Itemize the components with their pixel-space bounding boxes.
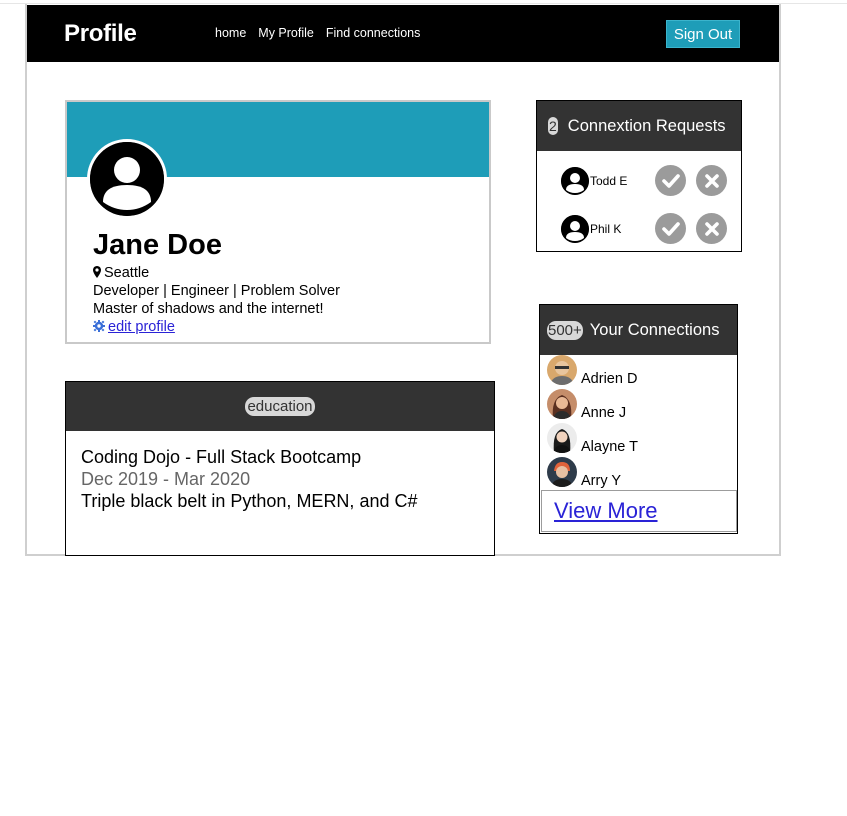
accept-request-button[interactable]: [655, 213, 686, 244]
connection-requests-card: 2 Connextion Requests Todd E Phil K: [536, 100, 742, 252]
connections-count-badge: 500+: [547, 320, 583, 340]
edit-profile-row: edit profile: [93, 319, 175, 335]
request-row: Todd E: [537, 163, 741, 199]
avatar: [560, 166, 590, 196]
person-photo-icon: [547, 355, 577, 385]
check-icon: [661, 221, 680, 236]
your-connections-card: 500+ Your Connections Adrien D Anne J Al…: [539, 304, 738, 534]
education-dates: Dec 2019 - Mar 2020: [81, 469, 251, 489]
decline-request-button[interactable]: [696, 213, 727, 244]
nav-link-my-profile[interactable]: My Profile: [258, 26, 314, 40]
user-silhouette-icon: [90, 142, 164, 216]
profile-card: Jane Doe Seattle Developer | Engineer | …: [65, 100, 491, 344]
request-name: Todd E: [590, 174, 628, 188]
avatar: [547, 457, 577, 487]
person-photo-icon: [547, 389, 577, 419]
connection-name: Anne J: [581, 405, 627, 421]
profile-headline: Developer | Engineer | Problem Solver: [93, 283, 340, 299]
education-card: education Coding Dojo - Full Stack Bootc…: [65, 381, 495, 556]
edit-profile-link[interactable]: edit profile: [108, 319, 175, 335]
avatar: [547, 355, 577, 385]
education-header: education: [66, 382, 494, 431]
connection-requests-header: 2 Connextion Requests: [537, 101, 741, 151]
avatar: [547, 423, 577, 453]
connection-item[interactable]: Arry Y: [540, 457, 737, 489]
close-icon: [704, 221, 719, 236]
brand-title: Profile: [64, 20, 137, 47]
request-name: Phil K: [590, 222, 622, 236]
profile-location-row: Seattle: [93, 265, 149, 281]
avatar: [547, 389, 577, 419]
connection-name: Arry Y: [581, 473, 622, 489]
profile-tagline: Master of shadows and the internet!: [93, 301, 324, 317]
close-icon: [704, 173, 719, 188]
education-school: Coding Dojo - Full Stack Bootcamp: [81, 447, 362, 467]
education-body: Coding Dojo - Full Stack Bootcamp Dec 20…: [66, 431, 494, 528]
connection-name: Adrien D: [581, 371, 638, 387]
view-more-container: View More: [541, 490, 737, 532]
request-row: Phil K: [537, 211, 741, 247]
check-icon: [661, 173, 680, 188]
sign-out-button[interactable]: Sign Out: [666, 20, 740, 48]
connection-item[interactable]: Alayne T: [540, 423, 737, 455]
requests-count-badge: 2: [548, 117, 558, 135]
your-connections-title: Your Connections: [589, 320, 720, 339]
accept-request-button[interactable]: [655, 165, 686, 196]
nav-link-home[interactable]: home: [215, 26, 246, 40]
your-connections-header: 500+ Your Connections: [540, 305, 737, 355]
person-photo-icon: [547, 457, 577, 487]
profile-location: Seattle: [104, 265, 150, 281]
map-pin-icon: [93, 266, 101, 278]
profile-avatar: [87, 139, 167, 219]
education-description: Triple black belt in Python, MERN, and C…: [81, 491, 418, 511]
nav-link-find-connections[interactable]: Find connections: [326, 26, 421, 40]
connection-item[interactable]: Adrien D: [540, 355, 737, 387]
connection-name: Alayne T: [581, 439, 638, 455]
avatar: [560, 214, 590, 244]
gear-icon: [93, 320, 105, 332]
view-more-link[interactable]: View More: [554, 498, 658, 524]
user-silhouette-icon: [561, 215, 589, 243]
person-photo-icon: [547, 423, 577, 453]
connection-item[interactable]: Anne J: [540, 389, 737, 421]
navbar: Profile home My Profile Find connections…: [27, 5, 779, 62]
connection-requests-title: Connextion Requests: [567, 116, 726, 135]
user-silhouette-icon: [561, 167, 589, 195]
decline-request-button[interactable]: [696, 165, 727, 196]
nav-links: home My Profile Find connections: [215, 26, 420, 40]
profile-name: Jane Doe: [93, 229, 222, 261]
education-title: education: [245, 397, 315, 416]
